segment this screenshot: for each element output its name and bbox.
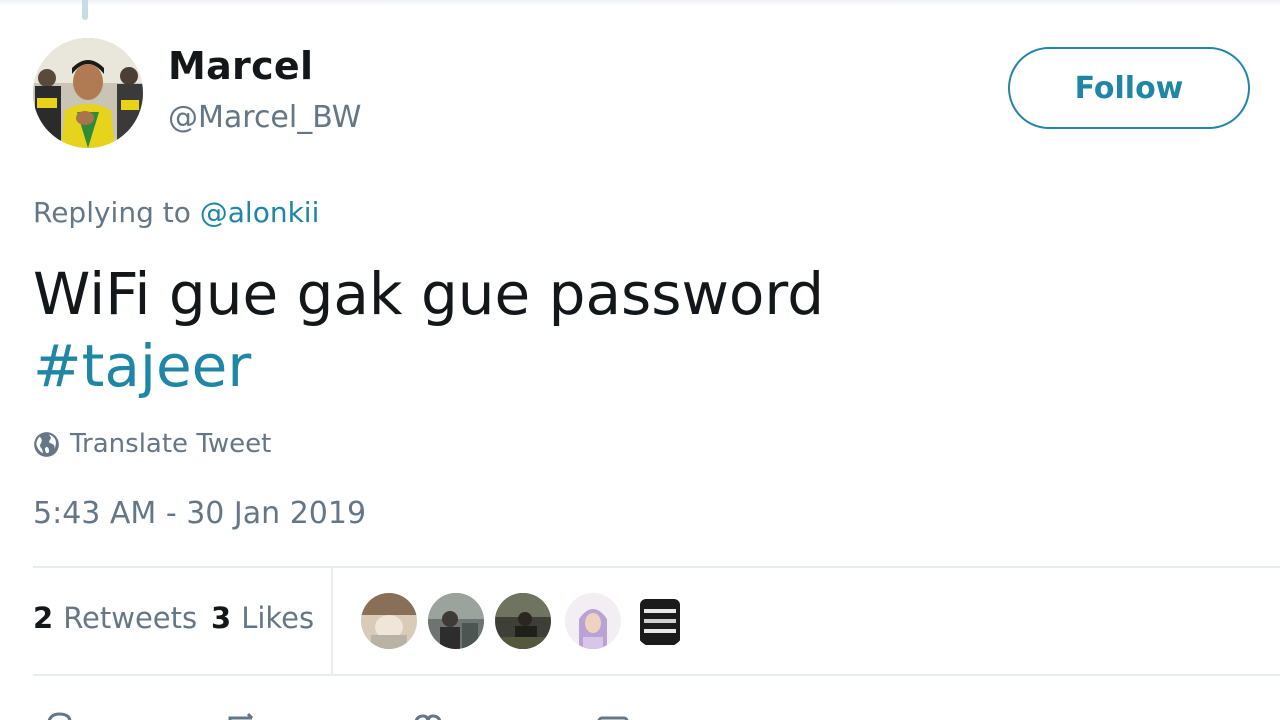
liker-avatar-1-icon [361, 593, 417, 649]
liker-avatar-4-icon [565, 593, 621, 649]
thread-connector-line [82, 0, 88, 20]
tweet-text: WiFi gue gak gue password #tajeer [33, 258, 824, 402]
liker-avatar-3-icon [495, 593, 551, 649]
retweet-icon[interactable] [224, 708, 258, 720]
translate-tweet-link[interactable]: Translate Tweet [33, 426, 271, 462]
hashtag-link[interactable]: #tajeer [33, 330, 824, 402]
stats-divider-vertical [331, 568, 333, 674]
likes-label: Likes [241, 601, 315, 635]
liker-avatar-2[interactable] [428, 593, 484, 649]
liker-avatar-2-icon [428, 593, 484, 649]
likes-count: 3 [211, 601, 232, 635]
globe-icon [34, 431, 59, 457]
retweets-label: Retweets [63, 601, 198, 635]
liker-avatar-1[interactable] [361, 593, 417, 649]
stats-divider-bottom [33, 674, 1280, 676]
translate-tweet-label: Translate Tweet [70, 429, 272, 459]
replying-to-label: Replying to [33, 196, 191, 229]
replying-to-line: Replying to @alonkii [33, 196, 319, 229]
follow-button[interactable]: Follow [1008, 47, 1250, 129]
author-display-name[interactable]: Marcel [168, 44, 313, 88]
reply-icon[interactable] [42, 708, 76, 720]
liker-avatar-5-icon [632, 593, 688, 649]
tweet-body: WiFi gue gak gue password [33, 260, 825, 328]
stats-divider-top [33, 566, 1280, 568]
tweet-timestamp[interactable]: 5:43 AM - 30 Jan 2019 [33, 496, 366, 531]
author-avatar[interactable] [33, 38, 143, 148]
reply-mention-link[interactable]: @alonkii [200, 196, 320, 229]
author-handle[interactable]: @Marcel_BW [168, 100, 361, 135]
message-icon[interactable] [596, 708, 630, 720]
liker-avatar-3[interactable] [495, 593, 551, 649]
user-photo-avatar-icon [33, 38, 143, 148]
liker-avatar-4[interactable] [565, 593, 621, 649]
tweet-detail-view: Marcel @Marcel_BW Follow Replying to @al… [0, 0, 1280, 720]
top-edge [0, 0, 1280, 6]
like-icon[interactable] [411, 708, 445, 720]
retweets-count: 2 [33, 601, 54, 635]
liker-avatar-5[interactable] [632, 593, 688, 649]
retweets-stat[interactable]: 2 Retweets [33, 601, 197, 635]
likes-stat[interactable]: 3 Likes [211, 601, 314, 635]
